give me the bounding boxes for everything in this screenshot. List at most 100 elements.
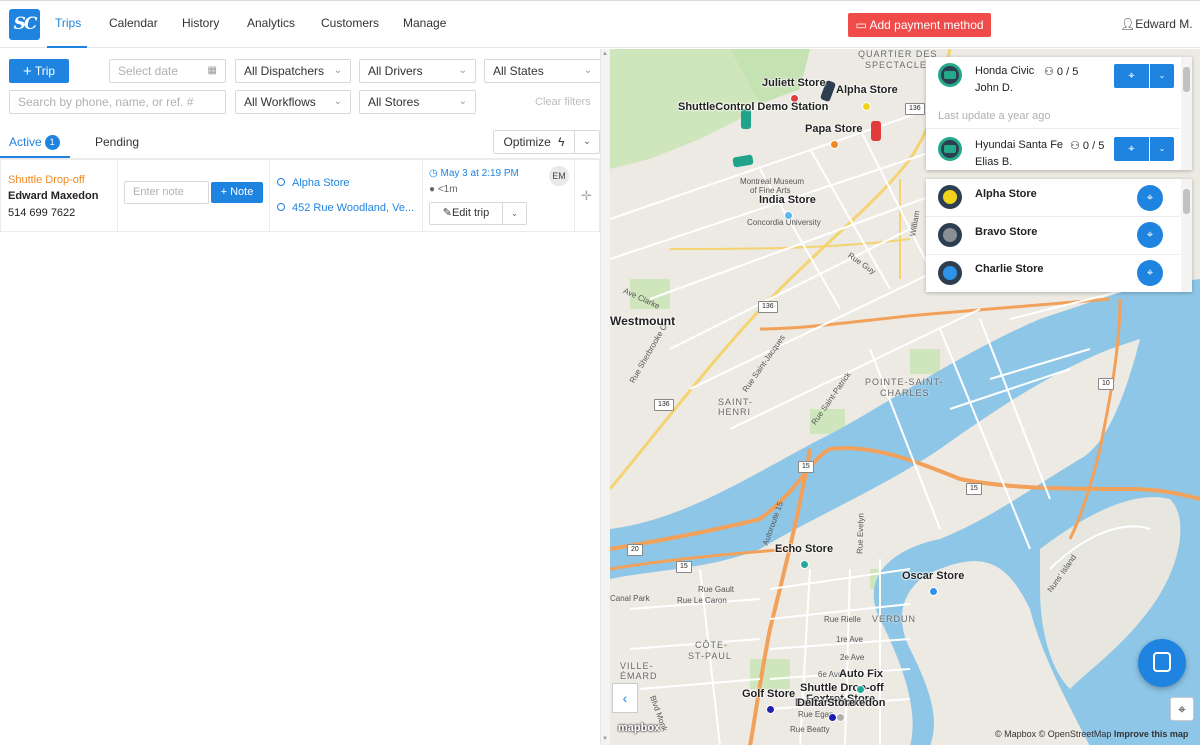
vehicle-dropdown[interactable]: ⌄ [1150,137,1174,161]
vehicle-capacity-value: 0 / 5 [1056,66,1079,78]
note-input[interactable]: Enter note [124,181,209,204]
scroll-down-icon[interactable]: ▼ [602,736,608,742]
add-note-button[interactable]: + Note [211,182,263,203]
locate-vehicle-button[interactable]: ⌖ [1114,137,1149,161]
edit-trip-button[interactable]: ✎Edit trip [429,202,503,225]
poi-label[interactable]: Juliett Store [762,77,826,89]
nav-manage[interactable]: Manage [403,16,446,30]
attribution-osm[interactable]: © OpenStreetMap [1039,729,1112,739]
locate-vehicle-button[interactable]: ⌖ [1114,64,1149,88]
poi-marker[interactable] [836,713,845,722]
customer-name[interactable]: Edward Maxedon [8,190,98,202]
scroll-up-icon[interactable]: ▲ [602,51,608,57]
chevron-left-icon: ‹ [622,690,628,706]
plus-icon: + [22,63,32,80]
stop-ring-icon [277,178,285,186]
edit-trip-dropdown[interactable]: ⌄ [503,202,527,225]
search-input[interactable]: Search by phone, name, or ref. # [9,90,226,114]
panel-scrollbar[interactable] [600,49,610,745]
workflow-value: All Workflows [244,95,316,109]
user-menu[interactable]: 👤︎Edward M. [1120,17,1193,31]
date-picker[interactable]: Select date ▦ [109,59,226,83]
poi-label[interactable]: Auto Fix [839,668,883,680]
store-select[interactable]: All Stores ⌄ [359,90,476,114]
hood-label: ÉMARD [620,671,658,681]
passengers-icon: ⚇ [1044,66,1057,78]
street-label: Rue Evelyn [855,512,866,555]
poi-marker[interactable] [766,705,775,714]
nav-calendar[interactable]: Calendar [109,16,158,30]
tab-active[interactable]: Active 1 [9,135,60,150]
last-update-text: Last update a year ago [938,110,1051,122]
dropoff-stop[interactable]: 452 Rue Woodland, Ve... [277,202,414,214]
collapse-panel-button[interactable]: ‹ [612,683,638,713]
locate-store-button[interactable]: ⌖ [1137,185,1163,211]
driver-avatar[interactable]: EM [549,166,569,186]
poi-marker[interactable] [800,560,809,569]
vehicle-name: Honda Civic [975,65,1035,77]
hood-label: CÔTE- [695,640,728,650]
pickup-stop[interactable]: Alpha Store [277,177,349,189]
poi-label[interactable]: ShuttleControl Demo Station [678,101,828,113]
poi-label[interactable]: Oscar Store [902,570,964,582]
street-label: Canal Park [610,594,650,603]
poi-label[interactable]: Delta Store [797,697,855,709]
nav-customers[interactable]: Customers [321,16,379,30]
vehicles-scroll-thumb[interactable] [1183,67,1190,92]
store-name: Alpha Store [975,188,1037,200]
passengers-icon: ⚇ [1070,140,1083,152]
trip-eta-label: <1m [437,184,458,195]
nav-analytics[interactable]: Analytics [247,16,295,30]
vehicles-panel: Honda Civic John D. ⚇ 0 / 5 ⌖ ⌄ Last upd… [926,57,1192,170]
locate-store-button[interactable]: ⌖ [1137,260,1163,286]
poi-label[interactable]: Papa Store [805,123,862,135]
street-label: 2e Ave [840,653,865,662]
nav-trips[interactable]: Trips [55,16,81,30]
poi-label[interactable]: Golf Store [742,688,795,700]
workflow-select[interactable]: All Workflows ⌄ [235,90,351,114]
chat-icon [1153,652,1171,672]
dispatcher-select[interactable]: All Dispatchers ⌄ [235,59,351,83]
attribution-mapbox[interactable]: © Mapbox [995,729,1036,739]
poi-marker[interactable] [929,587,938,596]
state-select[interactable]: All States ⌄ [484,59,601,83]
poi-label[interactable]: India Store [759,194,816,206]
poi-marker[interactable] [862,102,871,111]
vehicle-dropdown[interactable]: ⌄ [1150,64,1174,88]
clear-filters-link[interactable]: Clear filters [535,96,591,108]
improve-map-link[interactable]: Improve this map [1114,729,1189,739]
drag-icon[interactable]: ✛ [581,188,592,204]
poi-marker[interactable] [784,211,793,220]
add-trip-button[interactable]: + Trip [9,59,69,83]
tab-pending[interactable]: Pending [95,135,139,149]
hood-label: ST-PAUL [688,651,732,661]
poi-label[interactable]: Echo Store [775,543,833,555]
vehicle-marker[interactable] [871,121,881,141]
state-value: All States [493,64,544,78]
chat-button[interactable] [1138,639,1186,687]
nav-active-indicator [47,46,87,48]
poi-marker[interactable] [830,140,839,149]
chevron-down-icon: ⌄ [1158,144,1166,153]
nav-history[interactable]: History [182,16,219,30]
optimize-button[interactable]: Optimize ϟ [493,130,575,154]
stores-scroll-thumb[interactable] [1183,189,1190,214]
add-payment-button[interactable]: ▭ Add payment method [848,13,991,37]
car-icon [938,63,962,87]
chevron-down-icon: ⌄ [333,65,342,76]
vehicle-driver: John D. [975,82,1013,94]
car-icon [938,137,962,161]
mapbox-logo[interactable]: mapbox [618,722,660,734]
locate-me-button[interactable]: ⌖ [1170,697,1194,721]
poi-label[interactable]: Alpha Store [836,84,898,96]
driver-select[interactable]: All Drivers ⌄ [359,59,476,83]
chevron-down-icon: ⌄ [333,96,342,107]
optimize-dropdown[interactable]: ⌄ [575,130,600,154]
chevron-down-icon: ⌄ [510,208,519,218]
trip-row[interactable]: Shuttle Drop-off Edward Maxedon 514 699 … [0,159,600,232]
locate-icon: ⌖ [1178,701,1186,717]
street-label: Montreal Museum [740,177,805,186]
locate-store-button[interactable]: ⌖ [1137,222,1163,248]
hood-label: HENRI [718,407,752,417]
app-logo[interactable]: SC [9,9,40,40]
